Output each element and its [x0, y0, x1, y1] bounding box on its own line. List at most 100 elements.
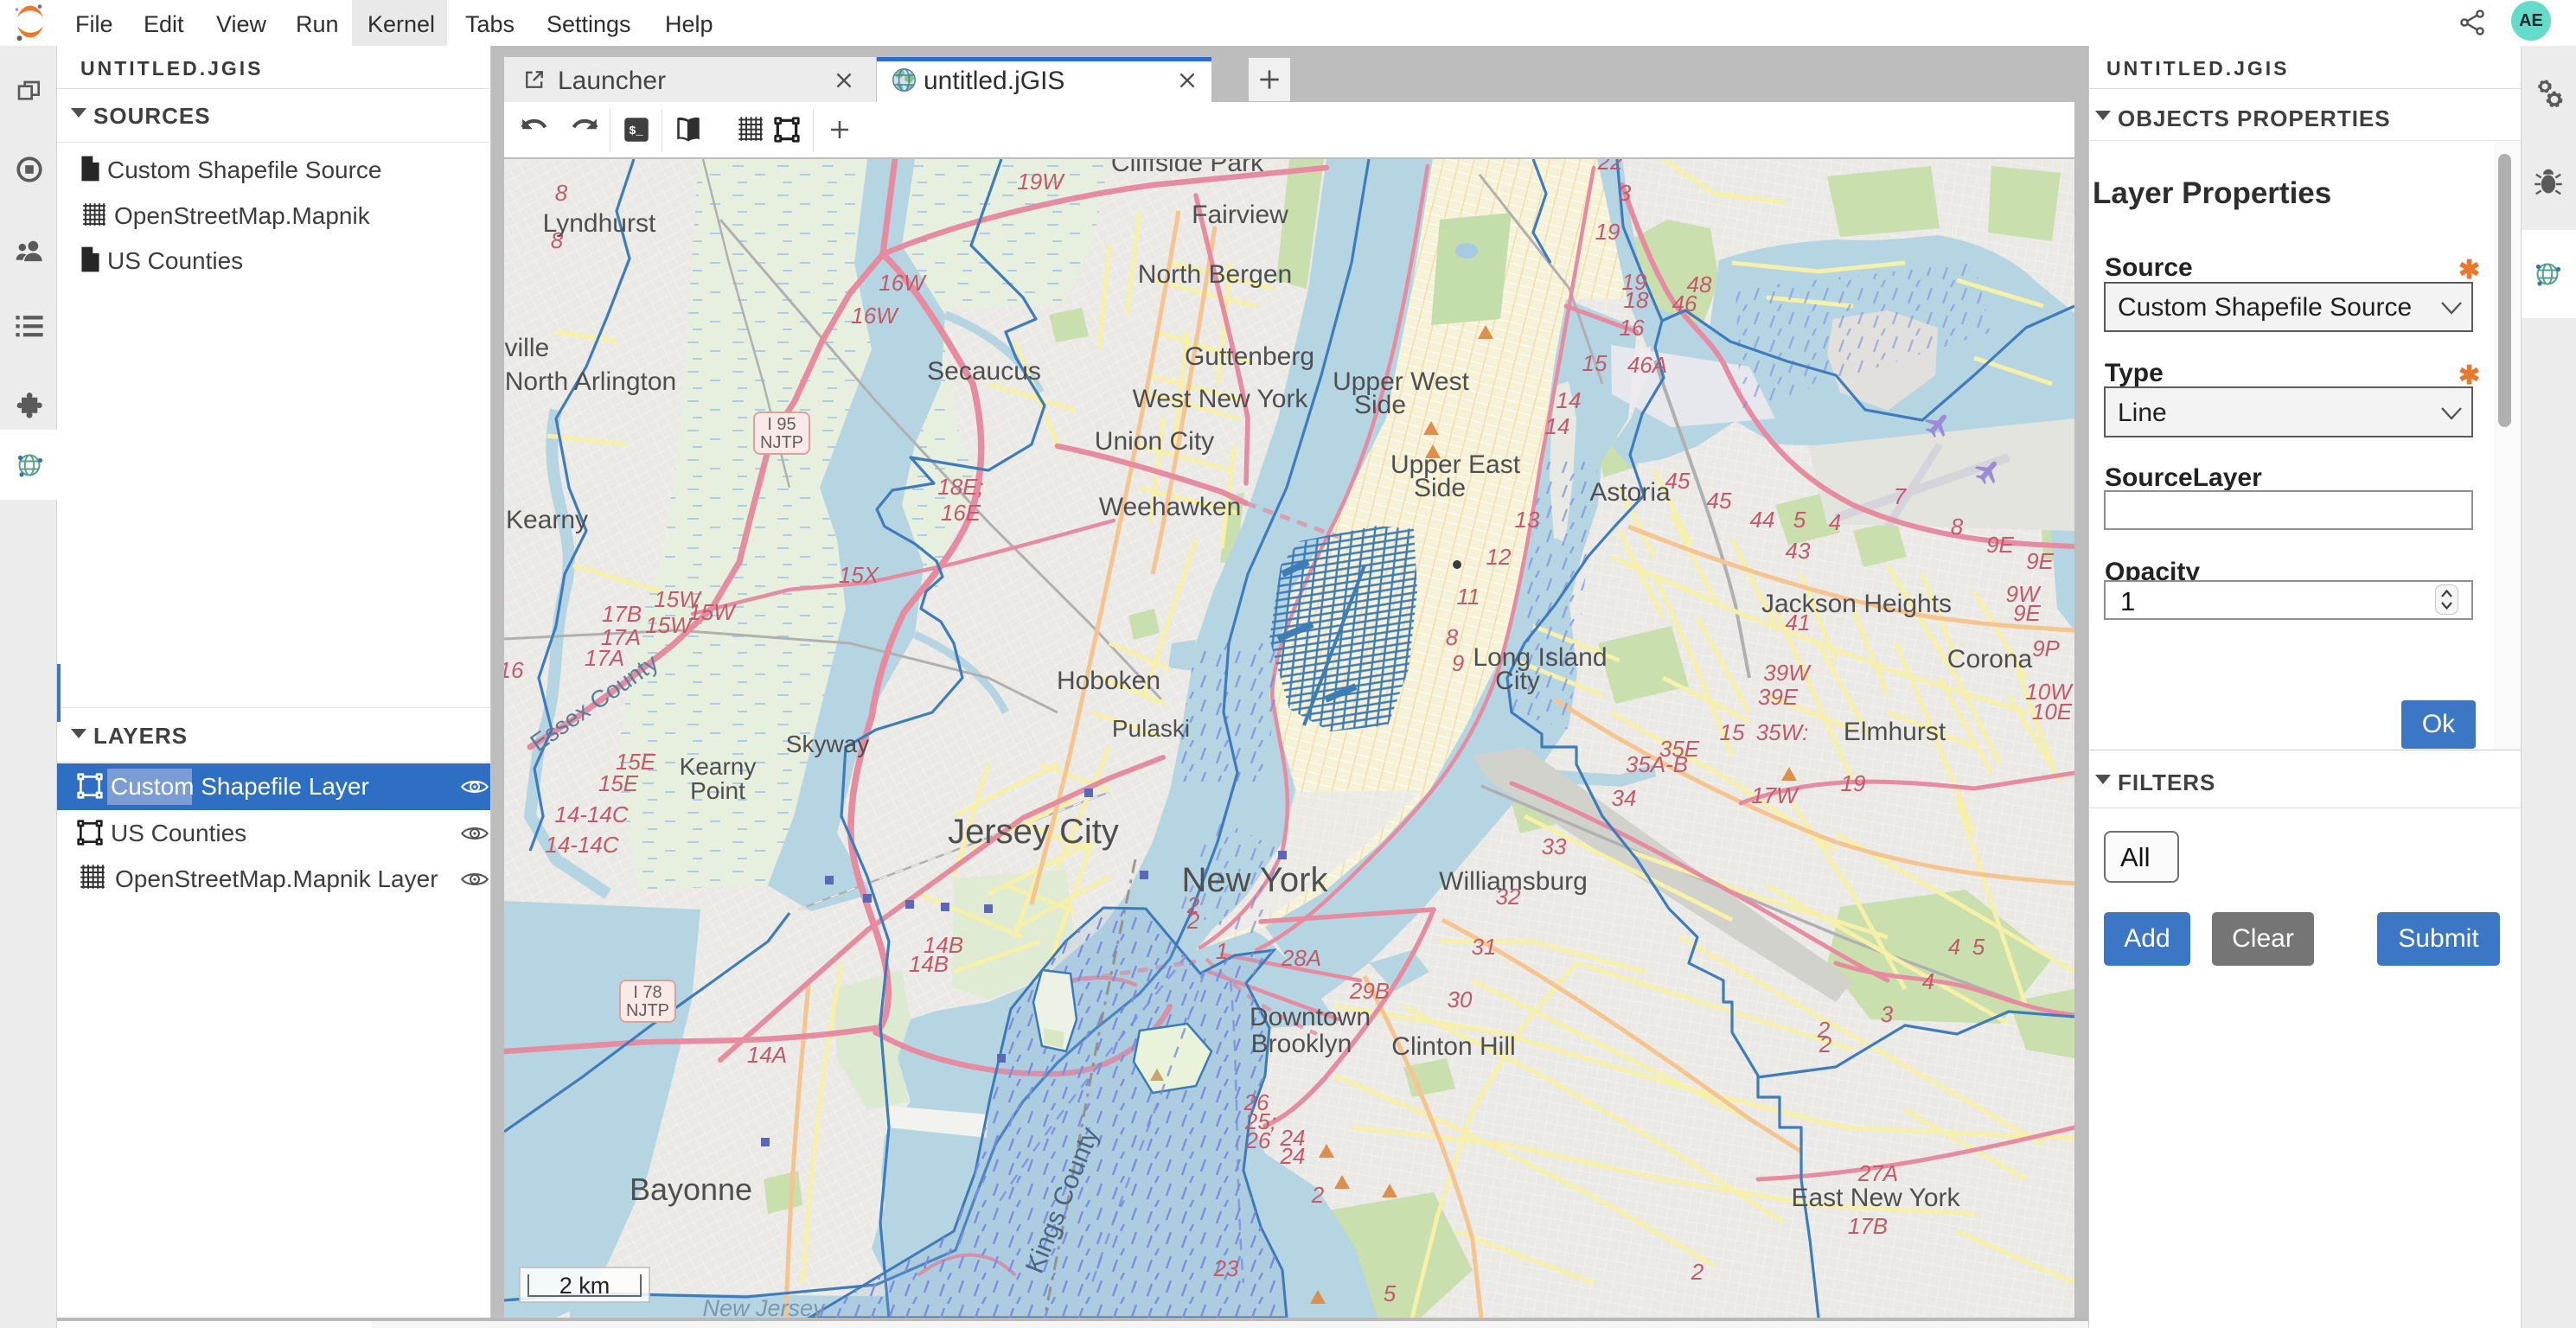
svg-text:Downtown: Downtown [1250, 1003, 1371, 1031]
svg-text:30: 30 [1448, 986, 1473, 1012]
svg-text:13: 13 [1515, 507, 1540, 533]
svg-text:39W: 39W [1763, 660, 1812, 686]
svg-text:45: 45 [1707, 488, 1732, 514]
svg-text:eville: eville [504, 334, 549, 362]
svg-text:Kearny: Kearny [506, 506, 588, 534]
svg-text:North Arlington: North Arlington [505, 367, 676, 396]
svg-text:19W: 19W [1017, 169, 1065, 195]
svg-text:18: 18 [1624, 287, 1649, 313]
svg-text:East New York: East New York [1791, 1184, 1960, 1212]
svg-text:17B: 17B [602, 601, 642, 627]
svg-text:35A-B: 35A-B [1626, 751, 1688, 777]
svg-text:West New York: West New York [1133, 385, 1309, 413]
svg-text:14: 14 [1545, 413, 1570, 439]
svg-text:14-14C: 14-14C [545, 832, 618, 858]
svg-text:15W: 15W [645, 612, 694, 638]
svg-text:2: 2 [1311, 1182, 1325, 1208]
svg-text:17W: 17W [1751, 782, 1799, 808]
svg-text:Long Island: Long Island [1473, 643, 1607, 672]
svg-text:I 78: I 78 [633, 983, 662, 1002]
svg-text:New York: New York [1182, 861, 1329, 899]
svg-text:Clinton Hill: Clinton Hill [1391, 1032, 1515, 1061]
svg-text:4: 4 [1829, 509, 1841, 535]
svg-text:Corona: Corona [1947, 645, 2033, 674]
svg-text:9: 9 [1452, 650, 1464, 676]
svg-text:Union City: Union City [1095, 427, 1214, 456]
svg-text:5: 5 [1793, 507, 1806, 533]
svg-text:4: 4 [1922, 968, 1934, 994]
svg-text:Elmhurst: Elmhurst [1844, 718, 1946, 746]
svg-text:43: 43 [1786, 538, 1811, 564]
svg-text:2: 2 [1819, 1031, 1832, 1057]
svg-text:34: 34 [1612, 785, 1637, 811]
svg-text:33: 33 [1542, 833, 1567, 859]
svg-text:Jackson Heights: Jackson Heights [1761, 590, 1952, 618]
svg-text:Bayonne: Bayonne [630, 1172, 752, 1207]
svg-text:3: 3 [1619, 180, 1632, 206]
svg-text:17A: 17A [585, 645, 624, 671]
svg-text:Hoboken: Hoboken [1057, 667, 1160, 695]
svg-text:8: 8 [555, 180, 568, 206]
svg-text:26: 26 [1245, 1127, 1271, 1153]
svg-text:5: 5 [1972, 934, 1985, 960]
svg-text:Side: Side [1414, 474, 1466, 502]
svg-text:Kearny: Kearny [680, 753, 757, 780]
svg-text:11: 11 [1457, 584, 1480, 610]
svg-text:Point: Point [690, 777, 745, 804]
svg-text:9E: 9E [1986, 532, 2014, 558]
svg-text:Pulaski: Pulaski [1112, 715, 1190, 742]
svg-text:44: 44 [1750, 507, 1775, 533]
svg-text:16W: 16W [879, 270, 927, 296]
svg-text:15: 15 [1720, 719, 1745, 745]
svg-text:15: 15 [1582, 350, 1608, 376]
svg-text:Lyndhurst: Lyndhurst [543, 209, 656, 238]
svg-text:5: 5 [1384, 1280, 1397, 1306]
svg-text:28A: 28A [1281, 945, 1321, 971]
svg-text:14B: 14B [909, 951, 949, 977]
svg-text:29B: 29B [1349, 978, 1390, 1004]
svg-text:Cliffside Park: Cliffside Park [1111, 159, 1264, 177]
svg-text:15E: 15E [598, 770, 639, 796]
svg-text:14A: 14A [747, 1042, 787, 1068]
svg-text:16W: 16W [851, 303, 899, 329]
svg-text:2 km: 2 km [559, 1273, 610, 1299]
svg-text:39E: 39E [1758, 684, 1799, 710]
svg-text:18E;: 18E; [937, 474, 984, 500]
svg-text:12: 12 [1486, 544, 1512, 570]
svg-text:17B: 17B [1848, 1213, 1888, 1239]
svg-text:4: 4 [1948, 934, 1960, 960]
svg-text:16: 16 [1620, 315, 1645, 341]
svg-text:14: 14 [1556, 387, 1582, 413]
svg-text:10E: 10E [2032, 699, 2073, 725]
svg-text:19: 19 [1841, 770, 1866, 796]
svg-text:31: 31 [1472, 934, 1497, 960]
svg-text:1: 1 [1216, 938, 1228, 964]
svg-text:16: 16 [504, 657, 524, 683]
svg-text:I 95: I 95 [767, 415, 796, 434]
svg-text:8: 8 [1951, 514, 1964, 540]
svg-text:35W:: 35W: [1756, 719, 1809, 745]
svg-text:$_: $_ [629, 124, 643, 138]
svg-text:Weehawken: Weehawken [1099, 493, 1242, 521]
svg-text:3: 3 [1881, 1001, 1894, 1027]
svg-text:New Jersey: New Jersey [702, 1295, 826, 1318]
svg-text:46: 46 [1672, 290, 1697, 316]
svg-text:16E: 16E [941, 500, 981, 526]
svg-text:8: 8 [1446, 624, 1459, 650]
svg-text:Side: Side [1354, 391, 1406, 419]
svg-text:7: 7 [1894, 483, 1908, 509]
svg-text:46A: 46A [1627, 352, 1667, 378]
svg-text:Jersey City: Jersey City [948, 813, 1119, 851]
svg-text:Skyway: Skyway [786, 731, 869, 757]
svg-text:Williamsburg: Williamsburg [1439, 867, 1588, 896]
svg-text:15X: 15X [839, 562, 880, 588]
svg-text:27A: 27A [1857, 1160, 1898, 1186]
svg-text:2: 2 [1691, 1259, 1704, 1285]
svg-text:Guttenberg: Guttenberg [1185, 342, 1314, 371]
svg-text:9P: 9P [2032, 635, 2060, 661]
svg-text:22: 22 [1597, 159, 1623, 175]
svg-text:Fairview: Fairview [1192, 201, 1288, 229]
svg-text:24: 24 [1280, 1143, 1306, 1169]
svg-text:NJTP: NJTP [760, 433, 803, 452]
svg-text:Astoria: Astoria [1589, 478, 1671, 507]
